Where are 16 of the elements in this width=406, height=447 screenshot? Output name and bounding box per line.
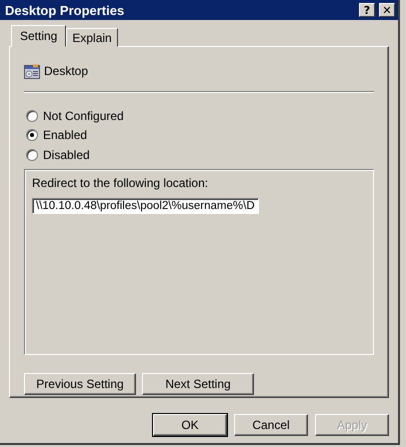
radio-option[interactable]: Not Configured — [24, 106, 130, 126]
close-button[interactable]: ✕ — [379, 3, 395, 17]
tab[interactable]: Setting — [11, 25, 66, 47]
dialog-button[interactable]: Cancel — [234, 414, 308, 436]
help-button[interactable]: ? — [359, 3, 375, 17]
policy-name: Desktop — [44, 64, 88, 78]
radio-option[interactable]: Enabled — [24, 126, 94, 145]
dialog-button[interactable]: OK — [153, 414, 227, 436]
field-label: Redirect to the following location: — [32, 176, 210, 190]
nav-button[interactable]: Previous Setting — [24, 372, 136, 394]
nav-button[interactable]: Next Setting — [142, 372, 254, 394]
location-field[interactable]: \\10.10.0.48\profiles\pool2\%username%\D — [32, 198, 259, 214]
window-title: Desktop Properties — [5, 2, 126, 18]
settings-window-icon — [24, 64, 40, 78]
tab[interactable]: Explain — [66, 28, 118, 47]
radio-option[interactable]: Disabled — [24, 145, 96, 164]
